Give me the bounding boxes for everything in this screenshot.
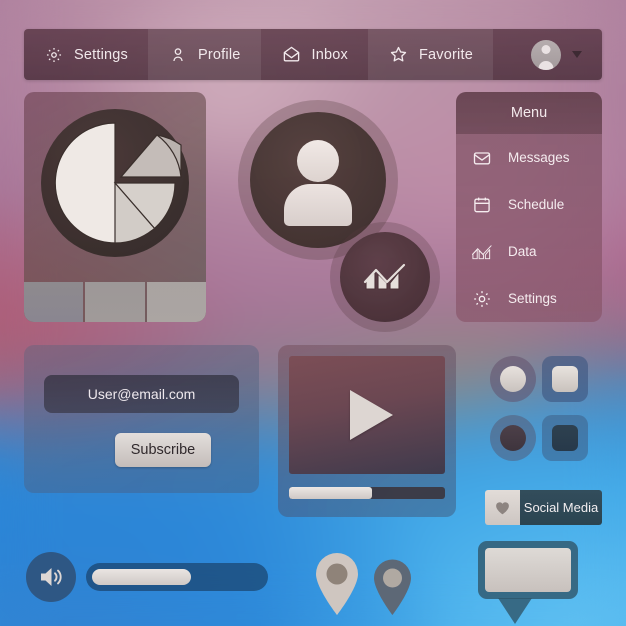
bar-1 [24, 282, 84, 322]
nav-item-settings[interactable]: Settings [24, 29, 148, 80]
radio-dot-on [500, 366, 526, 392]
person-icon-head [297, 140, 339, 182]
menu-panel: Menu Messages Schedule Data Settings [456, 92, 602, 322]
avatar-icon[interactable] [531, 39, 561, 70]
bar-chart-icon [363, 263, 406, 290]
volume-slider-fill [92, 569, 191, 585]
volume-slider[interactable] [86, 563, 268, 591]
radio-dot-off [500, 425, 526, 451]
menu-label-messages: Messages [508, 150, 570, 165]
navbar-account[interactable] [531, 29, 602, 80]
pie-chart-panel [24, 92, 206, 322]
checkbox-box-on [552, 366, 578, 392]
nav-label-settings: Settings [74, 46, 128, 63]
bar-chart-icon [456, 242, 508, 262]
menu-item-schedule[interactable]: Schedule [456, 181, 602, 228]
tooltip-tail [498, 598, 532, 624]
checkbox-on[interactable] [542, 356, 588, 402]
navbar-spacer [493, 29, 531, 80]
nav-item-inbox[interactable]: Inbox [261, 29, 368, 80]
pie-panel-bars [24, 282, 206, 322]
menu-item-settings[interactable]: Settings [456, 275, 602, 322]
envelope-icon [282, 45, 301, 64]
menu-label-data: Data [508, 244, 537, 259]
nav-label-favorite: Favorite [418, 46, 473, 63]
gear-icon [456, 289, 508, 309]
calendar-icon [456, 195, 508, 215]
tooltip-content [485, 548, 571, 592]
chart-badge[interactable] [340, 232, 430, 322]
video-progress-track[interactable] [289, 487, 445, 499]
tooltip-bubble[interactable] [478, 541, 578, 624]
social-media-button[interactable]: Social Media [485, 490, 602, 525]
gear-icon [45, 46, 63, 64]
video-player-panel [278, 345, 456, 517]
envelope-icon [456, 148, 508, 168]
social-media-label: Social Media [520, 490, 602, 525]
menu-label-schedule: Schedule [508, 197, 565, 212]
checkbox-off[interactable] [542, 415, 588, 461]
map-pin-dark[interactable] [370, 556, 415, 616]
email-field[interactable]: User@email.com [44, 375, 239, 413]
nav-label-profile: Profile [198, 46, 241, 63]
person-icon-body [284, 184, 352, 226]
star-icon [389, 45, 408, 64]
subscribe-button[interactable]: Subscribe [115, 433, 211, 467]
pie-chart[interactable] [41, 109, 189, 257]
navbar: Settings Profile Inbox Favorite [24, 29, 602, 80]
video-progress-fill [289, 487, 372, 499]
bar-2 [85, 282, 145, 322]
nav-item-favorite[interactable]: Favorite [367, 29, 493, 80]
heart-icon [485, 490, 520, 525]
volume-button[interactable] [26, 552, 76, 602]
subscribe-panel: User@email.com Subscribe [24, 345, 259, 493]
speaker-icon [41, 568, 62, 586]
chevron-down-icon[interactable] [572, 51, 582, 58]
menu-item-data[interactable]: Data [456, 228, 602, 275]
radio-button-on[interactable] [490, 356, 536, 402]
nav-item-profile[interactable]: Profile [148, 29, 261, 80]
nav-label-inbox: Inbox [311, 46, 348, 63]
bar-3 [146, 282, 206, 322]
ui-kit-canvas: Settings Profile Inbox Favorite Menu Mes… [0, 0, 626, 626]
menu-item-messages[interactable]: Messages [456, 134, 602, 181]
person-icon [169, 46, 187, 64]
map-pin-light[interactable] [312, 550, 362, 616]
checkbox-box-off [552, 425, 578, 451]
menu-label-settings: Settings [508, 291, 557, 306]
video-screen[interactable] [289, 356, 445, 474]
email-value: User@email.com [87, 386, 196, 402]
menu-header: Menu [456, 92, 602, 134]
play-icon[interactable] [349, 390, 393, 440]
radio-button-off[interactable] [490, 415, 536, 461]
